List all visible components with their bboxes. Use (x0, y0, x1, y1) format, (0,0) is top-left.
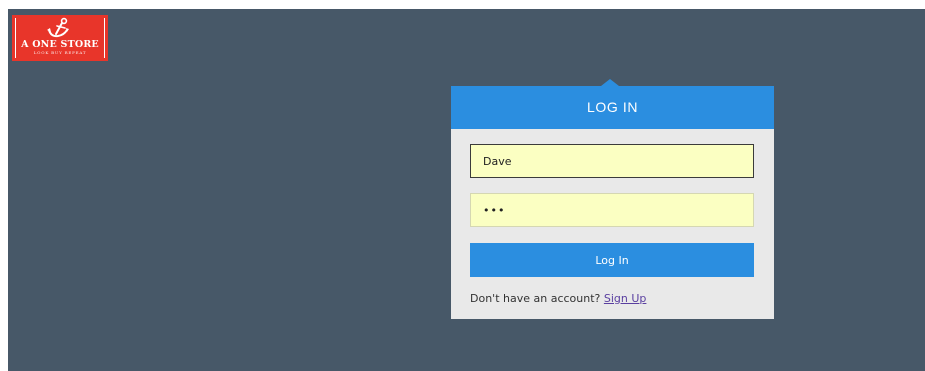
login-card: LOG IN Log In Don't have an account? Sig… (451, 79, 774, 319)
signup-link[interactable]: Sign Up (604, 292, 647, 305)
signup-row: Don't have an account? Sign Up (470, 292, 646, 305)
login-card-header: LOG IN (451, 79, 774, 129)
brand-name: A ONE STORE (21, 39, 99, 50)
page-background: A ONE STORE LOOK BUY REPEAT LOG IN Log I… (8, 9, 925, 371)
brand-tagline: LOOK BUY REPEAT (33, 50, 87, 55)
anchor-icon (47, 17, 69, 38)
header-pointer-arrow (601, 79, 619, 86)
login-title: LOG IN (586, 99, 639, 115)
brand-logo[interactable]: A ONE STORE LOOK BUY REPEAT (12, 15, 108, 61)
password-input[interactable] (470, 193, 754, 227)
login-button[interactable]: Log In (470, 243, 754, 277)
username-input[interactable] (470, 144, 754, 178)
signup-prompt: Don't have an account? (470, 292, 601, 305)
